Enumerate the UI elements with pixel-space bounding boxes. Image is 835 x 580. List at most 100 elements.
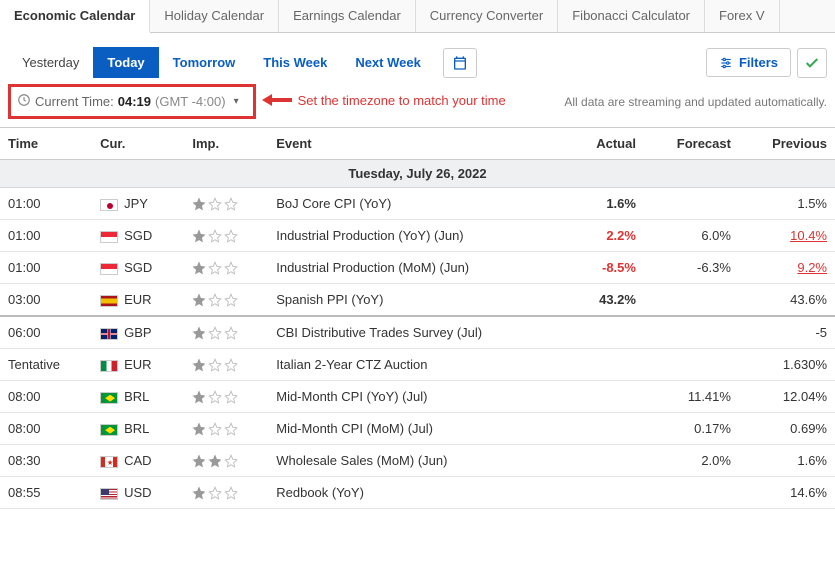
flag-icon [100, 392, 118, 404]
clock-icon [17, 93, 31, 110]
event-forecast: 0.17% [644, 413, 739, 445]
flag-icon [100, 456, 118, 468]
timezone-selector[interactable]: Current Time: 04:19 (GMT -4:00) ▾ [8, 84, 256, 119]
star-icon [192, 229, 206, 243]
event-name[interactable]: Industrial Production (YoY) (Jun) [268, 220, 568, 252]
event-row[interactable]: 01:00SGDIndustrial Production (YoY) (Jun… [0, 220, 835, 252]
star-icon [208, 326, 222, 340]
annotation-text: Set the timezone to match your time [298, 94, 506, 108]
event-currency: BRL [92, 381, 184, 413]
event-row[interactable]: TentativeEURItalian 2-Year CTZ Auction1.… [0, 349, 835, 381]
top-tab-currency-converter[interactable]: Currency Converter [416, 0, 558, 32]
day-tab-yesterday[interactable]: Yesterday [8, 47, 93, 78]
event-name[interactable]: Mid-Month CPI (YoY) (Jul) [268, 381, 568, 413]
streaming-note: All data are streaming and updated autom… [564, 95, 827, 109]
event-previous: 1.6% [739, 445, 835, 477]
event-name[interactable]: CBI Distributive Trades Survey (Jul) [268, 316, 568, 349]
star-icon [192, 293, 206, 307]
top-tab-earnings-calendar[interactable]: Earnings Calendar [279, 0, 416, 32]
star-icon [192, 326, 206, 340]
col-cur[interactable]: Cur. [92, 128, 184, 160]
apply-filters-button[interactable] [797, 48, 827, 78]
star-icon [224, 261, 238, 275]
flag-icon [100, 295, 118, 307]
event-row[interactable]: 01:00SGDIndustrial Production (MoM) (Jun… [0, 252, 835, 284]
col-imp[interactable]: Imp. [184, 128, 268, 160]
col-previous[interactable]: Previous [739, 128, 835, 160]
event-name[interactable]: Italian 2-Year CTZ Auction [268, 349, 568, 381]
event-forecast [644, 284, 739, 317]
star-icon [224, 229, 238, 243]
top-tab-forex-v[interactable]: Forex V [705, 0, 780, 32]
day-tab-tomorrow[interactable]: Tomorrow [159, 47, 250, 78]
event-row[interactable]: 08:30CADWholesale Sales (MoM) (Jun)2.0%1… [0, 445, 835, 477]
star-icon [224, 422, 238, 436]
top-tab-economic-calendar[interactable]: Economic Calendar [0, 0, 150, 33]
event-currency: EUR [92, 284, 184, 317]
event-importance [184, 477, 268, 509]
star-icon [192, 422, 206, 436]
event-name[interactable]: Wholesale Sales (MoM) (Jun) [268, 445, 568, 477]
day-tab-today[interactable]: Today [93, 47, 158, 78]
day-tab-this-week[interactable]: This Week [249, 47, 341, 78]
event-actual [569, 477, 644, 509]
star-icon [192, 454, 206, 468]
star-icon [224, 358, 238, 372]
event-importance [184, 349, 268, 381]
event-actual: -8.5% [569, 252, 644, 284]
event-forecast [644, 188, 739, 220]
event-row[interactable]: 01:00JPYBoJ Core CPI (YoY)1.6%1.5% [0, 188, 835, 220]
arrow-left-icon [262, 92, 292, 111]
top-tab-holiday-calendar[interactable]: Holiday Calendar [150, 0, 279, 32]
event-previous: 14.6% [739, 477, 835, 509]
event-previous: -5 [739, 316, 835, 349]
star-icon [208, 293, 222, 307]
event-time: 03:00 [0, 284, 92, 317]
star-icon [192, 486, 206, 500]
event-row[interactable]: 03:00EURSpanish PPI (YoY)43.2%43.6% [0, 284, 835, 317]
event-time: 06:00 [0, 316, 92, 349]
event-row[interactable]: 08:00BRLMid-Month CPI (MoM) (Jul)0.17%0.… [0, 413, 835, 445]
event-time: 08:00 [0, 413, 92, 445]
event-forecast: -6.3% [644, 252, 739, 284]
star-icon [208, 197, 222, 211]
event-forecast: 11.41% [644, 381, 739, 413]
event-currency: SGD [92, 220, 184, 252]
event-row[interactable]: 08:00BRLMid-Month CPI (YoY) (Jul)11.41%1… [0, 381, 835, 413]
flag-icon [100, 199, 118, 211]
flag-icon [100, 488, 118, 500]
top-tab-fibonacci-calculator[interactable]: Fibonacci Calculator [558, 0, 705, 32]
event-previous: 0.69% [739, 413, 835, 445]
event-currency: SGD [92, 252, 184, 284]
col-actual[interactable]: Actual [569, 128, 644, 160]
event-importance [184, 252, 268, 284]
star-icon [208, 486, 222, 500]
event-currency: CAD [92, 445, 184, 477]
event-forecast [644, 477, 739, 509]
event-name[interactable]: BoJ Core CPI (YoY) [268, 188, 568, 220]
event-currency: EUR [92, 349, 184, 381]
day-tab-next-week[interactable]: Next Week [341, 47, 435, 78]
flag-icon [100, 360, 118, 372]
event-name[interactable]: Spanish PPI (YoY) [268, 284, 568, 317]
star-icon [208, 261, 222, 275]
event-importance [184, 445, 268, 477]
flag-icon [100, 231, 118, 243]
event-row[interactable]: 06:00GBPCBI Distributive Trades Survey (… [0, 316, 835, 349]
timezone-label: Current Time: [35, 94, 114, 109]
event-name[interactable]: Redbook (YoY) [268, 477, 568, 509]
col-event[interactable]: Event [268, 128, 568, 160]
annotation-callout: Set the timezone to match your time [262, 92, 506, 111]
star-icon [192, 358, 206, 372]
event-importance [184, 284, 268, 317]
col-forecast[interactable]: Forecast [644, 128, 739, 160]
calendar-picker-button[interactable] [443, 48, 477, 78]
star-icon [208, 358, 222, 372]
event-row[interactable]: 08:55USDRedbook (YoY)14.6% [0, 477, 835, 509]
star-icon [224, 486, 238, 500]
event-name[interactable]: Mid-Month CPI (MoM) (Jul) [268, 413, 568, 445]
filters-button[interactable]: Filters [706, 48, 791, 77]
event-name[interactable]: Industrial Production (MoM) (Jun) [268, 252, 568, 284]
col-time[interactable]: Time [0, 128, 92, 160]
star-icon [208, 454, 222, 468]
